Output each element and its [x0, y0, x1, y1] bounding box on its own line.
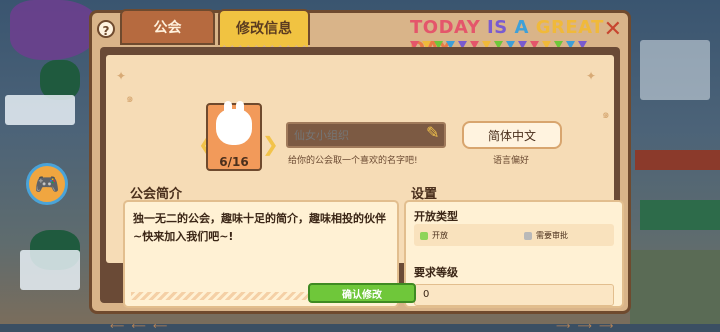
- gamepad-button[interactable]: 🎮: [26, 163, 68, 205]
- language-label: 语言偏好: [493, 156, 530, 166]
- ground: [630, 250, 720, 324]
- banner-word: GREAT: [535, 17, 604, 38]
- confirm-button[interactable]: 确认修改: [308, 283, 416, 303]
- option-approval-label: 需要审批: [536, 231, 568, 240]
- tab-guild-label: 公会: [153, 20, 182, 36]
- content-frame: ✦ ✦ ๑ ๑ ❮ 6/16 ❯ ✎ 给你的公会取一个喜欢的名字吧! 简体中文 …: [100, 47, 624, 332]
- confirm-button-label: 确认修改: [342, 289, 382, 301]
- option-open-label: 开放: [432, 231, 448, 240]
- content-area: ✦ ✦ ๑ ๑ ❮ 6/16 ❯ ✎ 给你的公会取一个喜欢的名字吧! 简体中文 …: [106, 55, 624, 308]
- name-hint: 给你的公会取一个喜欢的名字吧!: [288, 156, 418, 166]
- sparkle-icon: ✦: [586, 69, 597, 83]
- snow-patch: [5, 95, 75, 125]
- bunny-icon: [216, 101, 252, 145]
- crop-field: [640, 200, 720, 230]
- banner-word: A: [514, 17, 529, 38]
- required-level-input[interactable]: 0: [414, 284, 614, 306]
- guild-avatar[interactable]: 6/16: [206, 101, 262, 171]
- checkbox-unchecked-icon: [524, 231, 532, 240]
- snow-patch: [640, 40, 710, 100]
- open-type-label: 开放类型: [414, 210, 458, 223]
- intro-text: 独一无二的公会，趣味十足的简介，趣味相投的伙伴~快来加入我们吧~!: [133, 212, 386, 243]
- close-icon[interactable]: ✕: [604, 17, 622, 42]
- snow-patch: [20, 250, 80, 290]
- banner-word: IS: [487, 17, 508, 38]
- swirl-icon: ๑: [126, 91, 134, 105]
- language-select[interactable]: 简体中文: [462, 121, 562, 149]
- pencil-icon[interactable]: ✎: [426, 123, 439, 142]
- option-open[interactable]: 开放: [420, 230, 448, 241]
- level-label: 要求等级: [414, 266, 458, 279]
- checkbox-checked-icon: [420, 231, 428, 240]
- open-type-options: 开放 需要审批: [414, 224, 614, 246]
- help-icon[interactable]: ?: [97, 20, 115, 38]
- roof: [635, 150, 720, 170]
- tab-edit-info-label: 修改信息: [236, 21, 292, 37]
- tab-edit-info[interactable]: 修改信息: [218, 9, 310, 51]
- arrow-decoration: ⟵ ⟵ ⟵: [110, 321, 170, 332]
- avatar-count: 6/16: [219, 155, 249, 169]
- settings-box: 开放类型 开放 需要审批 要求等级 0: [404, 200, 624, 308]
- guild-edit-panel: ? 公会 修改信息 TODAY IS A GREAT DAY ✕ ✦ ✦ ๑ ๑…: [89, 9, 631, 332]
- swirl-icon: ๑: [602, 107, 610, 121]
- next-avatar-arrow-icon[interactable]: ❯: [262, 132, 279, 156]
- tab-guild[interactable]: 公会: [120, 9, 215, 45]
- arrow-decoration: ⟶ ⟶ ⟶: [556, 321, 616, 332]
- sparkle-icon: ✦: [116, 69, 127, 83]
- level-value: 0: [423, 289, 430, 300]
- purple-tree-canopy: [10, 0, 100, 60]
- tree: [40, 60, 80, 100]
- option-approval[interactable]: 需要审批: [524, 230, 568, 241]
- banner-word: TODAY: [410, 17, 481, 38]
- gamepad-icon: 🎮: [34, 172, 60, 196]
- language-value: 简体中文: [487, 128, 536, 143]
- guild-name-input[interactable]: [286, 122, 446, 148]
